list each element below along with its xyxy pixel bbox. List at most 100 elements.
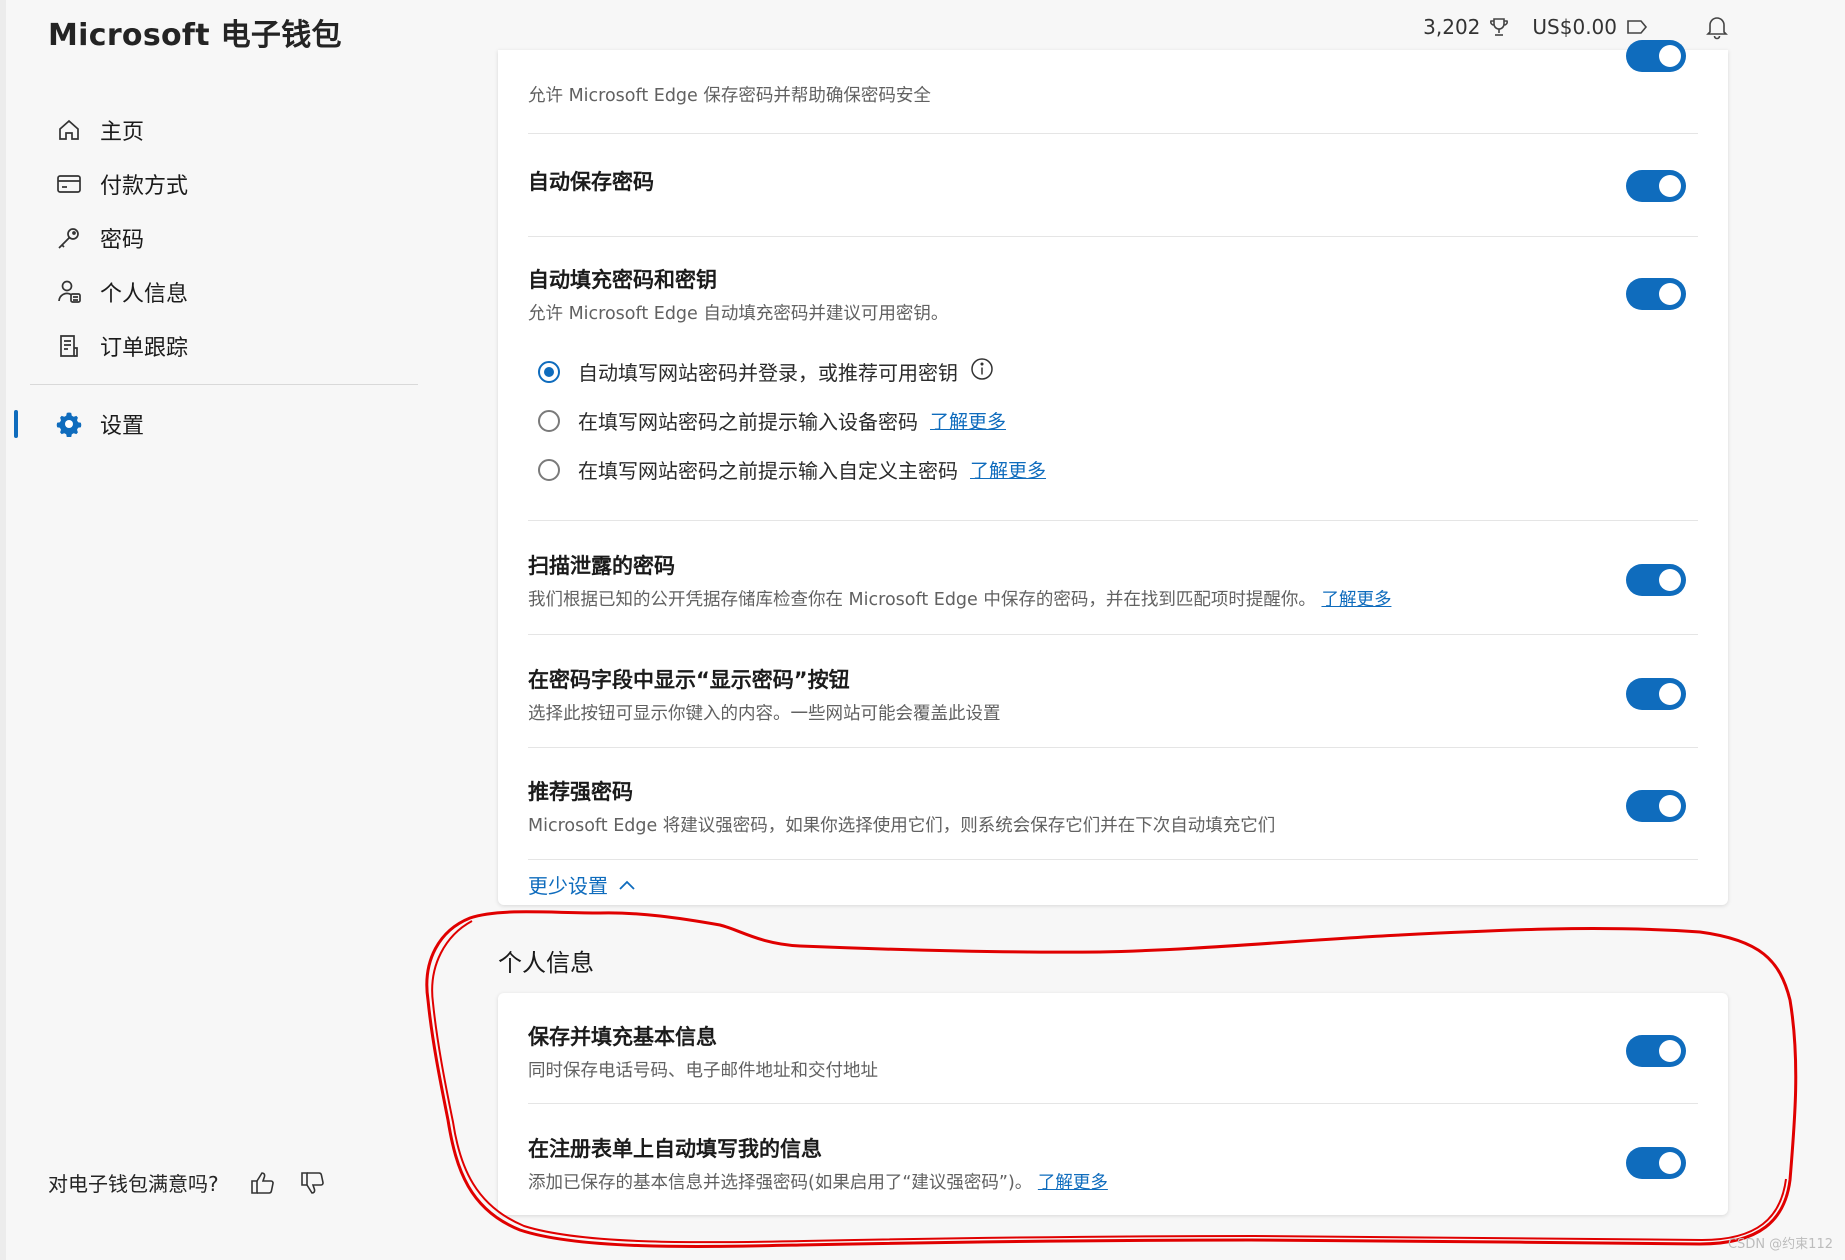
- toggle-knob: [1659, 1152, 1681, 1174]
- sidebar-item-settings[interactable]: 设置: [0, 399, 420, 449]
- toggle-knob: [1659, 175, 1681, 197]
- autofill-signup-desc: 添加已保存的基本信息并选择强密码(如果启用了“建议强密码”)。: [528, 1173, 1033, 1193]
- row-divider: [528, 747, 1698, 748]
- autofill-signup-toggle[interactable]: [1626, 1147, 1686, 1179]
- autofill-option-device-password[interactable]: 在填写网站密码之前提示输入设备密码 了解更多: [538, 406, 1006, 435]
- autofill-signup-title: 在注册表单上自动填写我的信息: [528, 1137, 822, 1161]
- autofill-desc: 允许 Microsoft Edge 自动填充密码并建议可用密钥。: [528, 304, 949, 324]
- card-icon: [56, 171, 82, 197]
- leak-scan-row: 扫描泄露的密码 我们根据已知的公开凭据存储库检查你在 Microsoft Edg…: [528, 550, 1698, 611]
- person-icon: [56, 279, 82, 305]
- strong-password-title: 推荐强密码: [528, 780, 633, 804]
- learn-more-link[interactable]: 了解更多: [970, 456, 1046, 483]
- row-divider: [528, 1103, 1698, 1104]
- auto-save-toggle[interactable]: [1626, 170, 1686, 202]
- home-icon: [56, 117, 82, 143]
- header-actions: 3,202 US$0.00: [1423, 14, 1729, 40]
- radio-button[interactable]: [538, 360, 560, 383]
- learn-more-link[interactable]: 了解更多: [1038, 1173, 1108, 1193]
- toggle-knob: [1659, 283, 1681, 305]
- row-divider: [528, 520, 1698, 521]
- feedback-question: 对电子钱包满意吗?: [48, 1172, 219, 1196]
- leak-scan-title: 扫描泄露的密码: [528, 554, 675, 578]
- row-divider: [528, 133, 1698, 134]
- wallet-balance[interactable]: US$0.00: [1532, 15, 1649, 39]
- autofill-title: 自动填充密码和密钥: [528, 268, 717, 292]
- strong-password-toggle[interactable]: [1626, 790, 1686, 822]
- toggle-knob: [1659, 45, 1681, 67]
- save-basic-desc: 同时保存电话号码、电子邮件地址和交付地址: [528, 1061, 878, 1081]
- row-divider: [528, 859, 1698, 860]
- save-passwords-row: 允许 Microsoft Edge 保存密码并帮助确保密码安全: [528, 82, 1698, 107]
- sidebar-item-label: 设置: [100, 414, 145, 439]
- autofill-signup-row: 在注册表单上自动填写我的信息 添加已保存的基本信息并选择强密码(如果启用了“建议…: [528, 1133, 1698, 1194]
- save-passwords-toggle[interactable]: [1626, 40, 1686, 72]
- personal-info-card: 保存并填充基本信息 同时保存电话号码、电子邮件地址和交付地址 在注册表单上自动填…: [498, 993, 1728, 1215]
- app-title: Microsoft 电子钱包: [48, 18, 342, 53]
- reveal-button-row: 在密码字段中显示“显示密码”按钮 选择此按钮可显示你键入的内容。一些网站可能会覆…: [528, 664, 1698, 725]
- watermark: CSDN @约束112: [1727, 1237, 1833, 1252]
- leak-scan-desc-wrap: 我们根据已知的公开凭据存储库检查你在 Microsoft Edge 中保存的密码…: [528, 586, 1698, 611]
- toggle-knob: [1659, 569, 1681, 591]
- sidebar-item-order-tracking[interactable]: 订单跟踪: [0, 321, 420, 371]
- row-divider: [528, 236, 1698, 237]
- points-value: 3,202: [1423, 15, 1481, 39]
- save-basic-title: 保存并填充基本信息: [528, 1025, 717, 1049]
- leak-scan-desc: 我们根据已知的公开凭据存储库检查你在 Microsoft Edge 中保存的密码…: [528, 590, 1316, 610]
- reveal-button-desc: 选择此按钮可显示你键入的内容。一些网站可能会覆盖此设置: [528, 704, 1001, 724]
- toggle-knob: [1659, 1040, 1681, 1062]
- row-divider: [528, 634, 1698, 635]
- strong-password-row: 推荐强密码 Microsoft Edge 将建议强密码，如果你选择使用它们，则系…: [528, 776, 1698, 837]
- learn-more-link[interactable]: 了解更多: [1321, 590, 1391, 610]
- sidebar-divider: [30, 384, 418, 385]
- option-label: 在填写网站密码之前提示输入设备密码: [578, 410, 918, 434]
- sidebar-item-payment[interactable]: 付款方式: [0, 159, 420, 209]
- autofill-signup-desc-wrap: 添加已保存的基本信息并选择强密码(如果启用了“建议强密码”)。 了解更多: [528, 1169, 1698, 1194]
- feedback-bar: 对电子钱包满意吗?: [48, 1168, 327, 1197]
- gear-icon: [56, 411, 82, 437]
- autofill-toggle[interactable]: [1626, 278, 1686, 310]
- thumbs-down-icon[interactable]: [299, 1170, 327, 1196]
- option-label: 在填写网站密码之前提示输入自定义主密码: [578, 459, 958, 483]
- bell-icon[interactable]: [1705, 14, 1729, 40]
- autofill-option-auto[interactable]: 自动填写网站密码并登录，或推荐可用密钥: [538, 357, 994, 386]
- sidebar-item-label: 个人信息: [100, 282, 189, 307]
- save-basic-row: 保存并填充基本信息 同时保存电话号码、电子邮件地址和交付地址: [528, 1021, 1698, 1082]
- radio-button[interactable]: [538, 409, 560, 432]
- password-settings-card: 允许 Microsoft Edge 保存密码并帮助确保密码安全 自动保存密码 自…: [498, 40, 1728, 905]
- less-settings-button[interactable]: 更少设置: [528, 870, 636, 899]
- save-passwords-desc: 允许 Microsoft Edge 保存密码并帮助确保密码安全: [528, 86, 931, 106]
- reveal-button-toggle[interactable]: [1626, 678, 1686, 710]
- radio-button[interactable]: [538, 458, 560, 481]
- sidebar-item-label: 订单跟踪: [100, 336, 189, 361]
- toggle-knob: [1659, 795, 1681, 817]
- option-label: 自动填写网站密码并登录，或推荐可用密钥: [578, 361, 958, 385]
- sidebar-item-label: 付款方式: [100, 174, 189, 199]
- learn-more-link[interactable]: 了解更多: [930, 407, 1006, 434]
- reveal-button-title: 在密码字段中显示“显示密码”按钮: [528, 668, 850, 692]
- balance-value: US$0.00: [1532, 15, 1617, 39]
- tag-icon: [1625, 17, 1649, 37]
- personal-info-heading: 个人信息: [498, 949, 594, 977]
- toggle-knob: [1659, 683, 1681, 705]
- trophy-icon: [1488, 16, 1510, 38]
- rewards-points[interactable]: 3,202: [1423, 15, 1510, 39]
- thumbs-up-icon[interactable]: [249, 1170, 277, 1196]
- chevron-up-icon: [618, 879, 636, 891]
- autofill-option-master-password[interactable]: 在填写网站密码之前提示输入自定义主密码 了解更多: [538, 455, 1046, 484]
- leak-scan-toggle[interactable]: [1626, 564, 1686, 596]
- save-basic-toggle[interactable]: [1626, 1035, 1686, 1067]
- info-icon[interactable]: [970, 357, 994, 386]
- strong-password-desc: Microsoft Edge 将建议强密码，如果你选择使用它们，则系统会保存它们…: [528, 816, 1276, 836]
- autofill-row: 自动填充密码和密钥 允许 Microsoft Edge 自动填充密码并建议可用密…: [528, 264, 1698, 325]
- sidebar-item-label: 主页: [100, 120, 145, 145]
- sidebar-item-label: 密码: [100, 228, 145, 253]
- less-settings-label: 更少设置: [528, 874, 608, 898]
- key-icon: [56, 225, 82, 251]
- sidebar-item-home[interactable]: 主页: [0, 105, 420, 155]
- auto-save-title: 自动保存密码: [528, 170, 654, 194]
- receipt-icon: [56, 333, 82, 359]
- sidebar-item-personal-info[interactable]: 个人信息: [0, 267, 420, 317]
- auto-save-row: 自动保存密码: [528, 166, 1698, 196]
- sidebar-item-passwords[interactable]: 密码: [0, 213, 420, 263]
